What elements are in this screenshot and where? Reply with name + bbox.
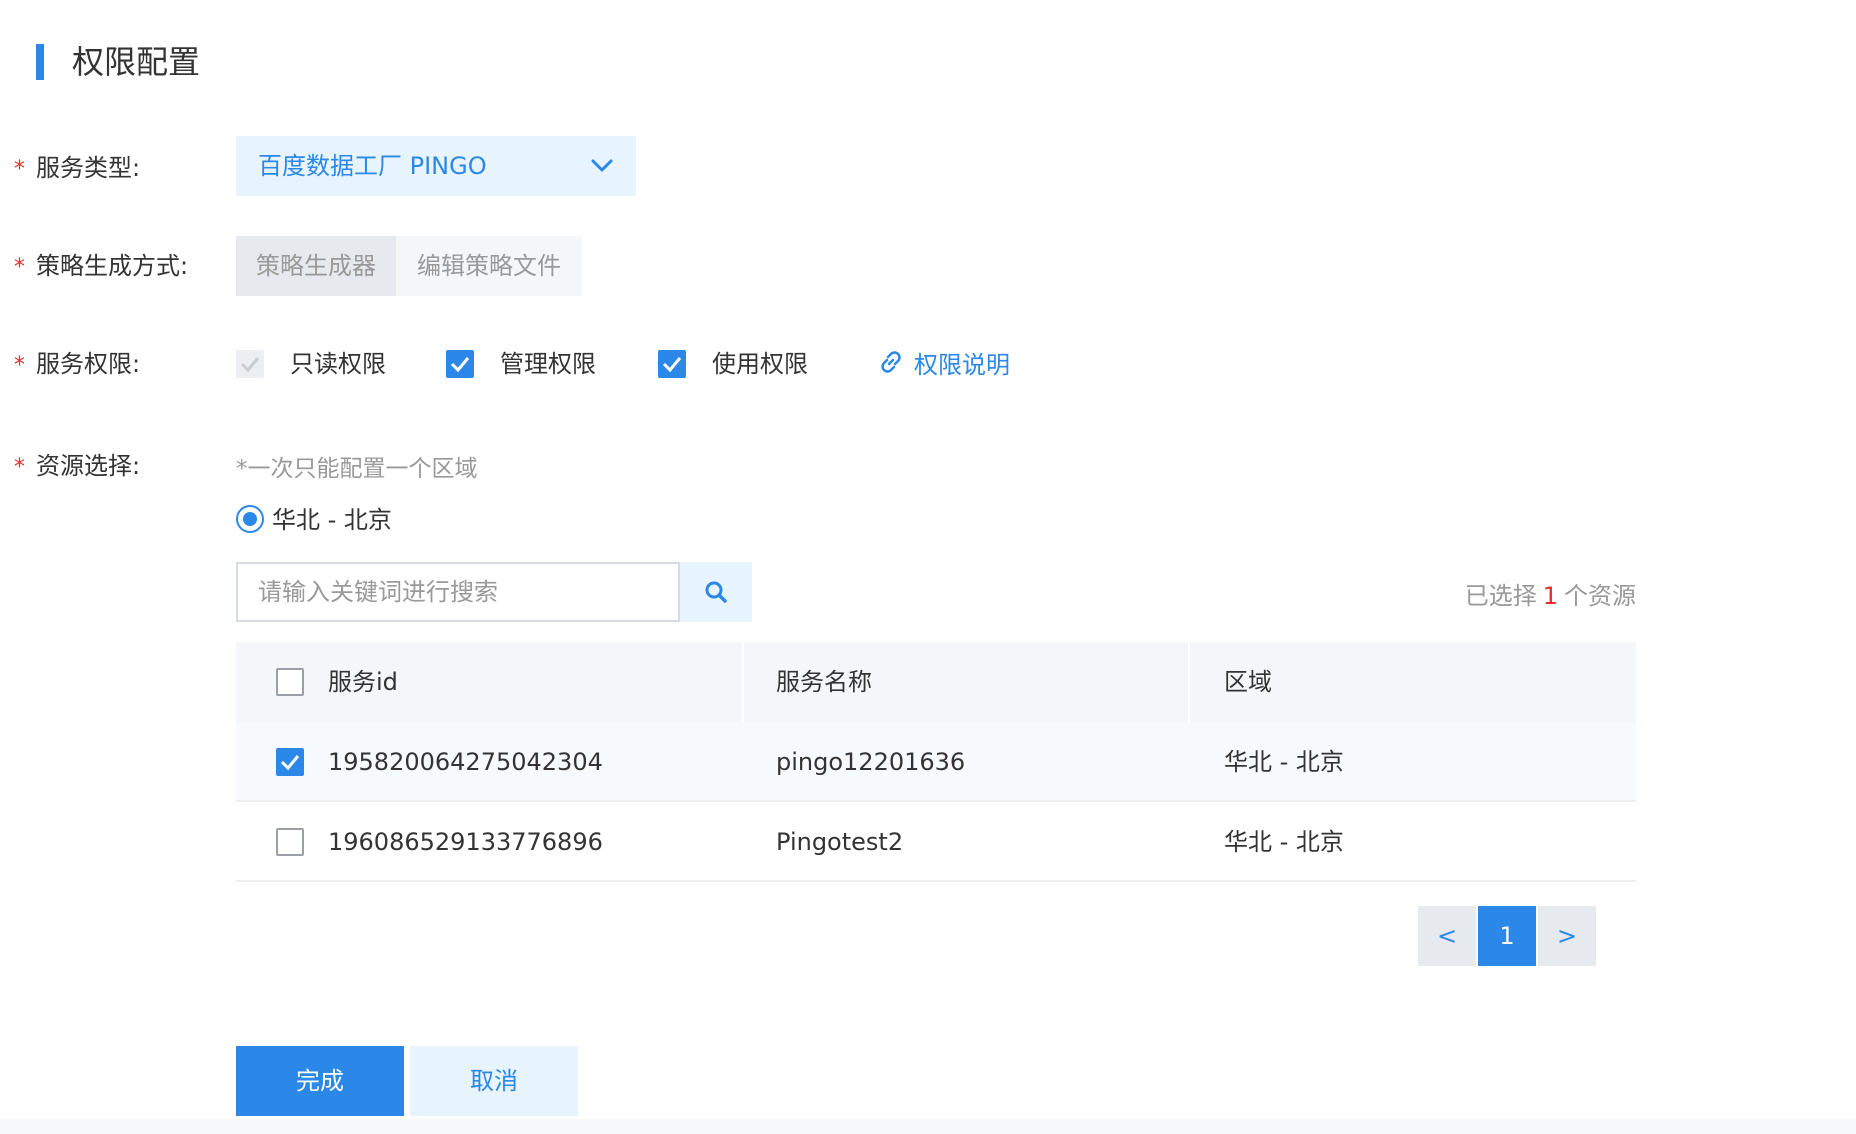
cell-service-name: pingo12201636	[776, 748, 966, 776]
column-header-id: 服务id	[328, 668, 398, 696]
pagination-prev-button[interactable]: <	[1418, 906, 1476, 966]
cancel-button[interactable]: 取消	[410, 1046, 578, 1116]
footer-strip	[0, 1119, 1856, 1134]
use-permission-label: 使用权限	[712, 350, 808, 378]
permission-help-link[interactable]: 权限说明	[876, 342, 1010, 382]
service-type-select[interactable]: 百度数据工厂 PINGO	[236, 136, 636, 196]
cell-region: 华北 - 北京	[1224, 748, 1344, 776]
required-mark: *	[14, 353, 25, 378]
readonly-permission-label: 只读权限	[290, 350, 386, 378]
required-mark: *	[14, 157, 25, 182]
required-mark: *	[14, 255, 25, 280]
required-mark: *	[14, 455, 25, 480]
check-icon	[280, 755, 300, 771]
cell-service-id: 195820064275042304	[328, 748, 603, 776]
column-header-name: 服务名称	[776, 668, 872, 696]
use-permission-checkbox[interactable]	[658, 350, 686, 378]
check-icon	[450, 357, 470, 373]
region-radio[interactable]	[236, 505, 264, 533]
selected-count-number: 1	[1542, 582, 1558, 610]
title-accent-bar	[36, 44, 44, 80]
table-header: 服务id 服务名称 区域	[236, 642, 1636, 722]
manage-permission-label: 管理权限	[500, 350, 596, 378]
table-row[interactable]: 196086529133776896 Pingotest2 华北 - 北京	[236, 802, 1636, 882]
readonly-permission-checkbox[interactable]	[236, 350, 264, 378]
resources-label: * 资源选择:	[14, 448, 140, 486]
manage-permission-checkbox[interactable]	[446, 350, 474, 378]
resource-search-input[interactable]	[236, 562, 680, 622]
cell-region: 华北 - 北京	[1224, 828, 1344, 856]
check-icon	[240, 357, 260, 373]
check-icon	[662, 357, 682, 373]
tab-strategy-generator[interactable]: 策略生成器	[236, 236, 396, 296]
region-radio-label: 华北 - 北京	[272, 506, 392, 534]
pagination-page-1[interactable]: 1	[1478, 906, 1536, 966]
service-type-label: * 服务类型:	[14, 150, 140, 188]
permissions-label: * 服务权限:	[14, 346, 140, 384]
link-icon	[881, 351, 901, 373]
resource-table: 服务id 服务名称 区域 195820064275042304 pingo122…	[236, 642, 1636, 882]
chevron-down-icon	[591, 159, 613, 172]
search-icon	[705, 581, 727, 603]
confirm-button[interactable]: 完成	[236, 1046, 404, 1116]
pagination-next-button[interactable]: >	[1538, 906, 1596, 966]
row-checkbox[interactable]	[276, 828, 304, 856]
search-button[interactable]	[680, 562, 752, 622]
row-checkbox[interactable]	[276, 748, 304, 776]
column-header-region: 区域	[1224, 668, 1272, 696]
strategy-label: * 策略生成方式:	[14, 248, 188, 286]
column-divider	[742, 642, 744, 722]
service-type-value: 百度数据工厂 PINGO	[258, 152, 487, 180]
tab-edit-strategy-file[interactable]: 编辑策略文件	[396, 236, 582, 296]
cell-service-id: 196086529133776896	[328, 828, 603, 856]
select-all-checkbox[interactable]	[276, 668, 304, 696]
column-divider	[1188, 642, 1190, 722]
region-hint: *一次只能配置一个区域	[236, 456, 478, 482]
permission-config-page: 权限配置 * 服务类型: 百度数据工厂 PINGO * 策略生成方式: 策略生成器 …	[0, 0, 1856, 1134]
selected-resource-count: 已选择 1 个资源	[1464, 582, 1636, 610]
cell-service-name: Pingotest2	[776, 828, 904, 856]
page-title: 权限配置	[72, 43, 201, 81]
table-row[interactable]: 195820064275042304 pingo12201636 华北 - 北京	[236, 722, 1636, 802]
permission-help-text: 权限说明	[914, 350, 1010, 379]
